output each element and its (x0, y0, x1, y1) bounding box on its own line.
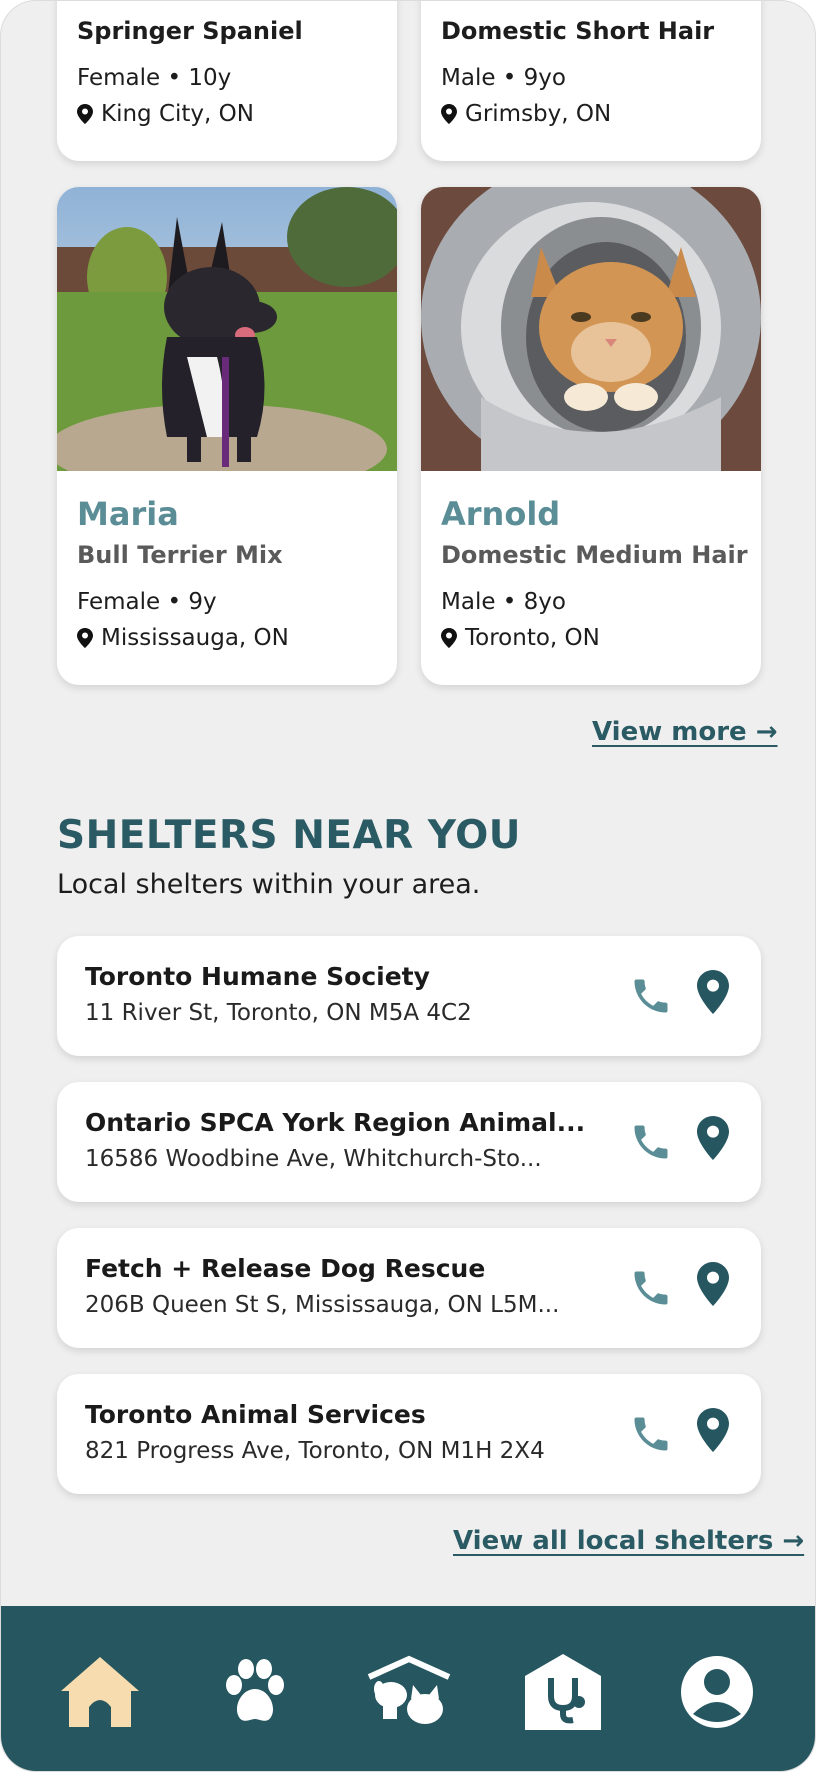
shelter-address: 206B Queen St S, Mississauga, ON L5M... (85, 1292, 560, 1318)
map-pin-icon[interactable] (697, 1262, 729, 1306)
shelter-address: 16586 Woodbine Ave, Whitchurch-Sto... (85, 1146, 542, 1172)
vet-icon (525, 1654, 601, 1730)
pet-breed: Springer Spaniel (77, 17, 303, 45)
shelter-icon (367, 1655, 451, 1724)
nav-profile[interactable] (675, 1650, 759, 1734)
nav-home[interactable] (58, 1650, 142, 1734)
location-pin-icon (441, 104, 457, 124)
pet-sex-age: Male • 9yo (441, 65, 566, 91)
shelter-address: 11 River St, Toronto, ON M5A 4C2 (85, 1000, 472, 1026)
pet-location: Mississauga, ON (77, 625, 289, 651)
shelter-card[interactable]: Toronto Animal Services 821 Progress Ave… (57, 1374, 761, 1494)
section-title: SHELTERS NEAR YOU (57, 813, 521, 858)
shelter-card[interactable]: Fetch + Release Dog Rescue 206B Queen St… (57, 1228, 761, 1348)
bottom-nav (1, 1606, 815, 1771)
pet-location-text: Mississauga, ON (101, 625, 289, 651)
shelter-card[interactable]: Ontario SPCA York Region Animal... 16586… (57, 1082, 761, 1202)
map-pin-icon[interactable] (697, 970, 729, 1014)
nav-vet[interactable] (521, 1650, 605, 1734)
pet-location: Toronto, ON (441, 625, 600, 651)
shelter-name: Toronto Humane Society (85, 962, 430, 991)
pet-name: Arnold (441, 495, 561, 533)
section-subtitle: Local shelters within your area. (57, 869, 481, 900)
nav-pets[interactable] (213, 1650, 297, 1734)
pet-breed: Domestic Short Hair (441, 17, 715, 45)
dog-photo (57, 187, 397, 471)
phone-icon[interactable] (629, 1120, 673, 1164)
shelter-name: Ontario SPCA York Region Animal... (85, 1108, 586, 1137)
cat-photo (421, 187, 761, 471)
pet-breed: Bull Terrier Mix (77, 541, 283, 569)
pet-card-top-left[interactable]: Springer Spaniel Female • 10y King City,… (57, 1, 397, 161)
location-pin-icon (77, 104, 93, 124)
pet-card-arnold[interactable]: Arnold Domestic Medium Hair Male • 8yo T… (421, 187, 761, 685)
phone-icon[interactable] (629, 1412, 673, 1456)
shelter-name: Toronto Animal Services (85, 1400, 426, 1429)
pet-card-top-right[interactable]: Domestic Short Hair Male • 9yo Grimsby, … (421, 1, 761, 161)
pet-sex-age: Male • 8yo (441, 589, 566, 615)
view-more-link[interactable]: View more → (592, 717, 778, 747)
location-pin-icon (77, 628, 93, 648)
pet-location: King City, ON (77, 101, 254, 127)
shelter-address: 821 Progress Ave, Toronto, ON M1H 2X4 (85, 1438, 545, 1464)
paw-icon (226, 1659, 284, 1721)
shelter-card[interactable]: Toronto Humane Society 11 River St, Toro… (57, 936, 761, 1056)
pet-location-text: Grimsby, ON (465, 101, 612, 127)
pet-location-text: King City, ON (101, 101, 254, 127)
pet-location: Grimsby, ON (441, 101, 611, 127)
nav-shelters[interactable] (367, 1650, 451, 1734)
home-icon (61, 1657, 139, 1727)
phone-icon[interactable] (629, 974, 673, 1018)
profile-icon (681, 1656, 753, 1728)
pet-sex-age: Female • 10y (77, 65, 232, 91)
map-pin-icon[interactable] (697, 1116, 729, 1160)
shelter-name: Fetch + Release Dog Rescue (85, 1254, 486, 1283)
view-all-shelters-link[interactable]: View all local shelters → (453, 1526, 804, 1556)
phone-icon[interactable] (629, 1266, 673, 1310)
pet-breed: Domestic Medium Hair (441, 541, 748, 569)
pet-name: Maria (77, 495, 179, 533)
app-screen: Springer Spaniel Female • 10y King City,… (0, 0, 816, 1772)
pet-location-text: Toronto, ON (465, 625, 600, 651)
location-pin-icon (441, 628, 457, 648)
pet-card-maria[interactable]: Maria Bull Terrier Mix Female • 9y Missi… (57, 187, 397, 685)
pet-sex-age: Female • 9y (77, 589, 217, 615)
map-pin-icon[interactable] (697, 1408, 729, 1452)
